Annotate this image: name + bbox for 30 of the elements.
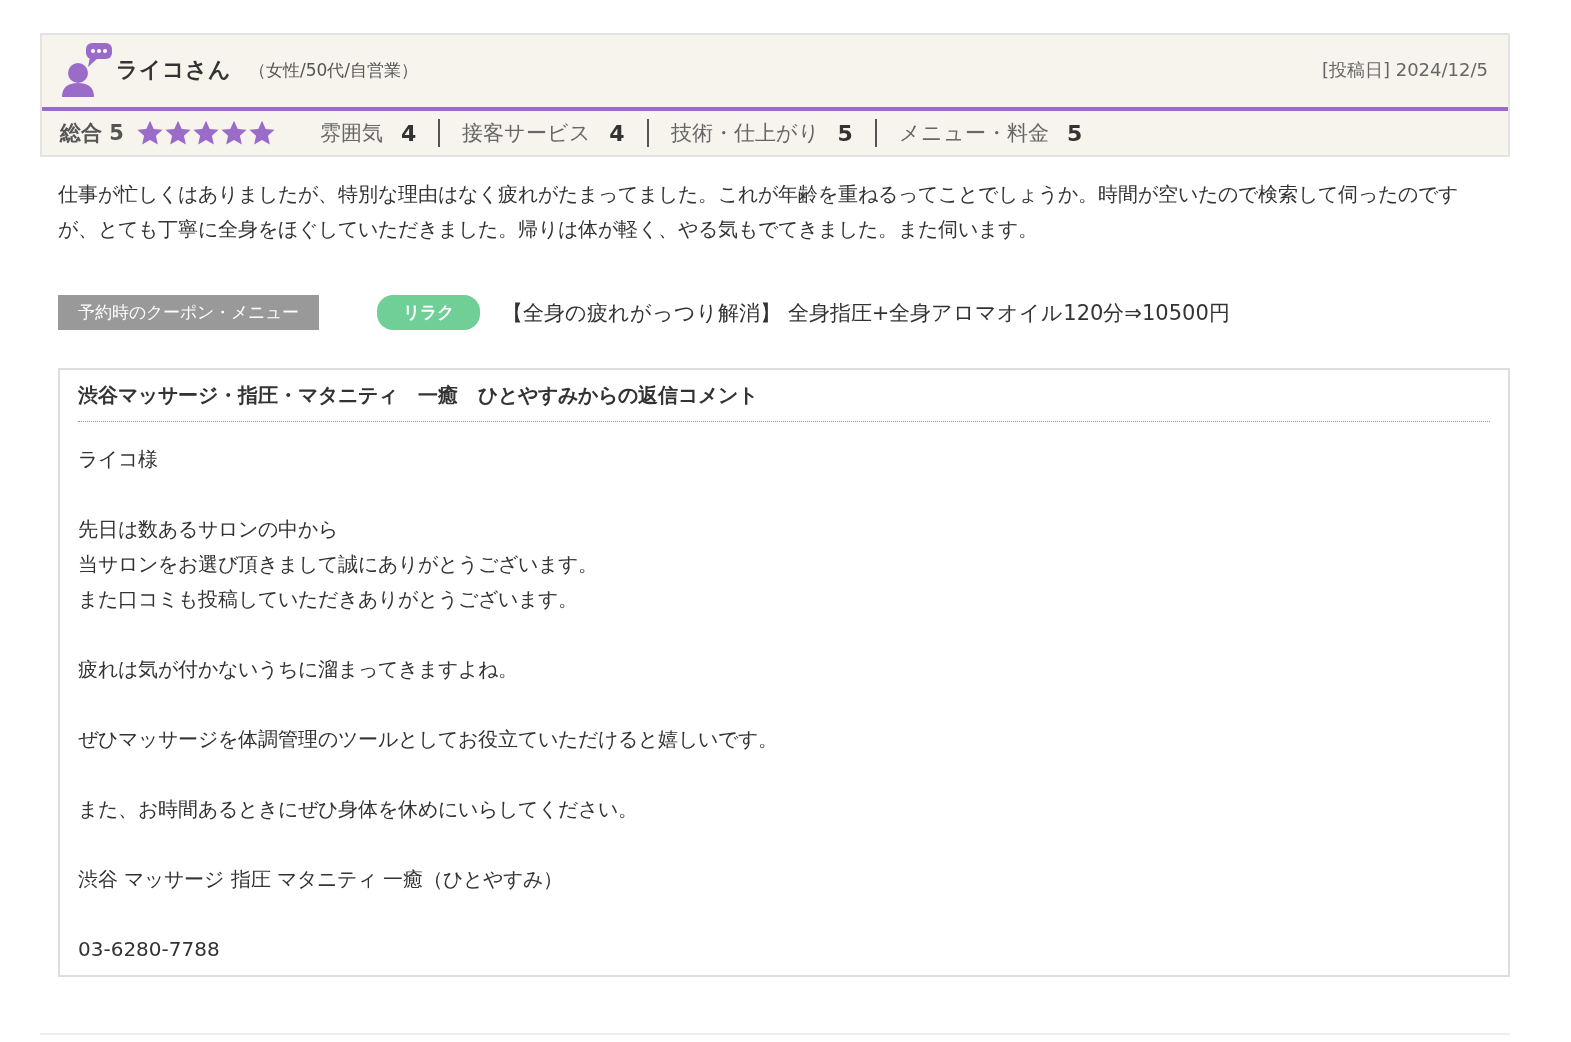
reply-paragraph: ライコ様	[78, 446, 159, 473]
rating-label: 技術・仕上がり	[670, 120, 820, 147]
rating-score: 4	[400, 120, 417, 146]
rating-label: 雰囲気	[319, 120, 383, 147]
reply-paragraph: 疲れは気が付かないうちに溜まってきますよね。	[78, 656, 519, 683]
reply-paragraph: 03-6280-7788	[78, 936, 221, 963]
star-icon	[247, 119, 276, 147]
user-speech-icon	[60, 43, 114, 97]
category-tag: リラク	[377, 295, 480, 330]
rating-score: 5	[1066, 120, 1083, 146]
reviewer-name: ライコさん	[116, 56, 231, 84]
post-date: [投稿日] 2024/12/5	[1321, 58, 1488, 82]
reply-paragraph: ぜひマッサージを体調管理のツールとしてお役立ていただけると嬉しいです。	[78, 726, 779, 753]
star-icon	[163, 119, 192, 147]
rating-label: メニュー・料金	[898, 120, 1049, 147]
coupon-text: 【全身の疲れがっつり解消】 全身指圧+全身アロマオイル120分⇒10500円	[502, 299, 1230, 327]
review-text: 仕事が忙しくはありましたが、特別な理由はなく疲れがたまってました。これが年齢を重ねるってことでしょうか。時間が空いたので検索して伺ったのですが、とても丁寧に全身をほぐしていただきました。帰りは体が軽く、やる気もでてきました。また伺います。	[58, 181, 1459, 243]
reply-paragraph: 渋谷 マッサージ 指圧 マタニティ 一癒（ひとやすみ）	[78, 866, 565, 893]
reviewer-profile: （女性/50代/自営業）	[249, 58, 419, 82]
reply-paragraph: 先日は数あるサロンの中から 当サロンをお選び頂きまして誠にありがとうございます。 また口コミも投稿していただきありがとうございます。	[78, 516, 599, 613]
reply-paragraph: また、お時間あるときにぜひ身体を休めにいらしてください。	[78, 796, 639, 823]
reply-title: 渋谷マッサージ・指圧・マタニティ 一癒 ひとやすみからの返信コメント	[78, 382, 1490, 422]
rating-label: 接客サービス	[462, 120, 592, 147]
star-icon	[191, 119, 220, 147]
star-icon	[219, 119, 248, 147]
coupon-label: 予約時のクーポン・メニュー	[58, 295, 319, 330]
rating-score: 4	[609, 120, 625, 146]
rating-score: 5	[837, 120, 853, 146]
star-icon	[135, 119, 164, 147]
overall-rating: 総合 5	[60, 120, 124, 147]
